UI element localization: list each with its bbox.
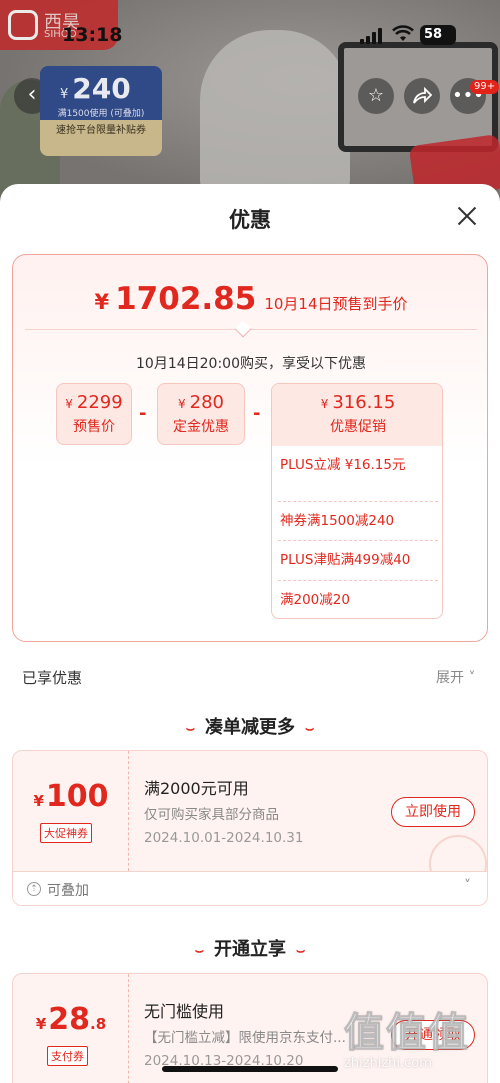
expand-button[interactable]: 展开 ˅ <box>436 667 475 687</box>
stack-icon: ⇡ <box>27 882 41 896</box>
minus-sign: - <box>253 403 261 424</box>
promo-total-cell: ¥316.15 优惠促销 <box>272 384 442 446</box>
section-title: ⌣ 凑单减更多 ⌣ <box>185 717 315 738</box>
ornament-icon: ⌣ <box>305 721 315 737</box>
coupon-title: 无门槛使用 <box>144 1002 225 1021</box>
background-coupon-condition: 满1500使用 (可叠加) <box>57 109 145 119</box>
chevron-down-icon[interactable]: ˅ <box>464 878 471 894</box>
coupon-amount: ¥28.8 <box>35 1002 107 1037</box>
watermark: 值值值 zhizhizhi.com <box>344 1000 494 1075</box>
star-icon[interactable]: ☆ <box>358 78 394 114</box>
brand-logo-icon <box>8 10 38 40</box>
notification-badge: 99+ <box>470 80 500 94</box>
coupon-desc: 仅可购买家具部分商品 <box>144 807 279 823</box>
discount-sheet: 优惠 ¥1702.85 10月14日预售到手价 10月14日20:00购买，享受以… <box>0 184 500 1083</box>
promo-item: 神券满1500减240 <box>280 513 395 529</box>
watermark-url: zhizhizhi.com <box>344 1056 432 1071</box>
coupon-value-area: ¥28.8 支付券 <box>13 974 129 1083</box>
background-coupon-amount: ¥240 <box>60 72 131 105</box>
ornament-icon: ⌣ <box>296 943 306 959</box>
promo-item: PLUS立减 ¥16.15元 <box>280 457 406 473</box>
home-indicator[interactable] <box>162 1066 338 1072</box>
caret-icon <box>234 320 252 338</box>
battery-icon: 58 <box>420 25 456 45</box>
wifi-icon <box>392 25 414 45</box>
stackable-label: 可叠加 <box>47 883 89 899</box>
coupon-amount: ¥100 <box>33 779 109 814</box>
coupon-desc: 【无门槛立减】限使用京东支付... <box>144 1030 346 1046</box>
section-title: ⌣ 开通立享 ⌣ <box>194 939 306 960</box>
background-coupon-title: 速抢平台限量补贴券 <box>56 125 146 136</box>
share-icon[interactable] <box>404 78 440 114</box>
coupon-tag: 大促神券 <box>40 823 92 843</box>
ornament-icon: ⌣ <box>194 943 204 959</box>
promo-item: 满200减20 <box>280 592 350 608</box>
sheet-title: 优惠 <box>229 208 271 232</box>
ornament-icon: ⌣ <box>185 721 195 737</box>
coupon-value-area: ¥100 大促神券 <box>13 751 129 871</box>
enjoyed-discounts-label: 已享优惠 <box>22 669 83 687</box>
coupon-title: 满2000元可用 <box>144 779 249 798</box>
status-time: 13:18 <box>62 24 123 46</box>
signal-icon <box>360 28 382 44</box>
coupon-tag: 支付券 <box>47 1046 88 1066</box>
deposit-discount-cell: ¥280 定金优惠 <box>157 383 245 445</box>
coupon-footer[interactable]: ⇡ 可叠加 ˅ <box>13 871 487 905</box>
chair-image <box>200 30 350 200</box>
final-price: ¥1702.85 10月14日预售到手价 <box>94 281 408 317</box>
background-coupon: ¥240 满1500使用 (可叠加) 速抢平台限量补贴券 <box>40 66 162 156</box>
presale-price-cell: ¥2299 预售价 <box>56 383 132 445</box>
buy-note: 10月14日20:00购买，享受以下优惠 <box>136 356 366 372</box>
watermark-logo: 值值值 <box>344 1010 470 1057</box>
close-icon[interactable] <box>455 204 479 228</box>
price-summary-card: ¥1702.85 10月14日预售到手价 10月14日20:00购买，享受以下优惠… <box>12 254 488 642</box>
coupon-date: 2024.10.01-2024.10.31 <box>144 830 304 846</box>
promo-item: PLUS津贴满499减40 <box>280 552 411 568</box>
minus-sign: - <box>139 403 147 424</box>
use-now-button[interactable]: 立即使用 <box>391 797 475 827</box>
promo-breakdown: ¥316.15 优惠促销 PLUS立减 ¥16.15元 神券满1500减240 … <box>271 383 443 619</box>
coupon-card: ¥100 大促神券 满2000元可用 仅可购买家具部分商品 2024.10.01… <box>12 750 488 906</box>
